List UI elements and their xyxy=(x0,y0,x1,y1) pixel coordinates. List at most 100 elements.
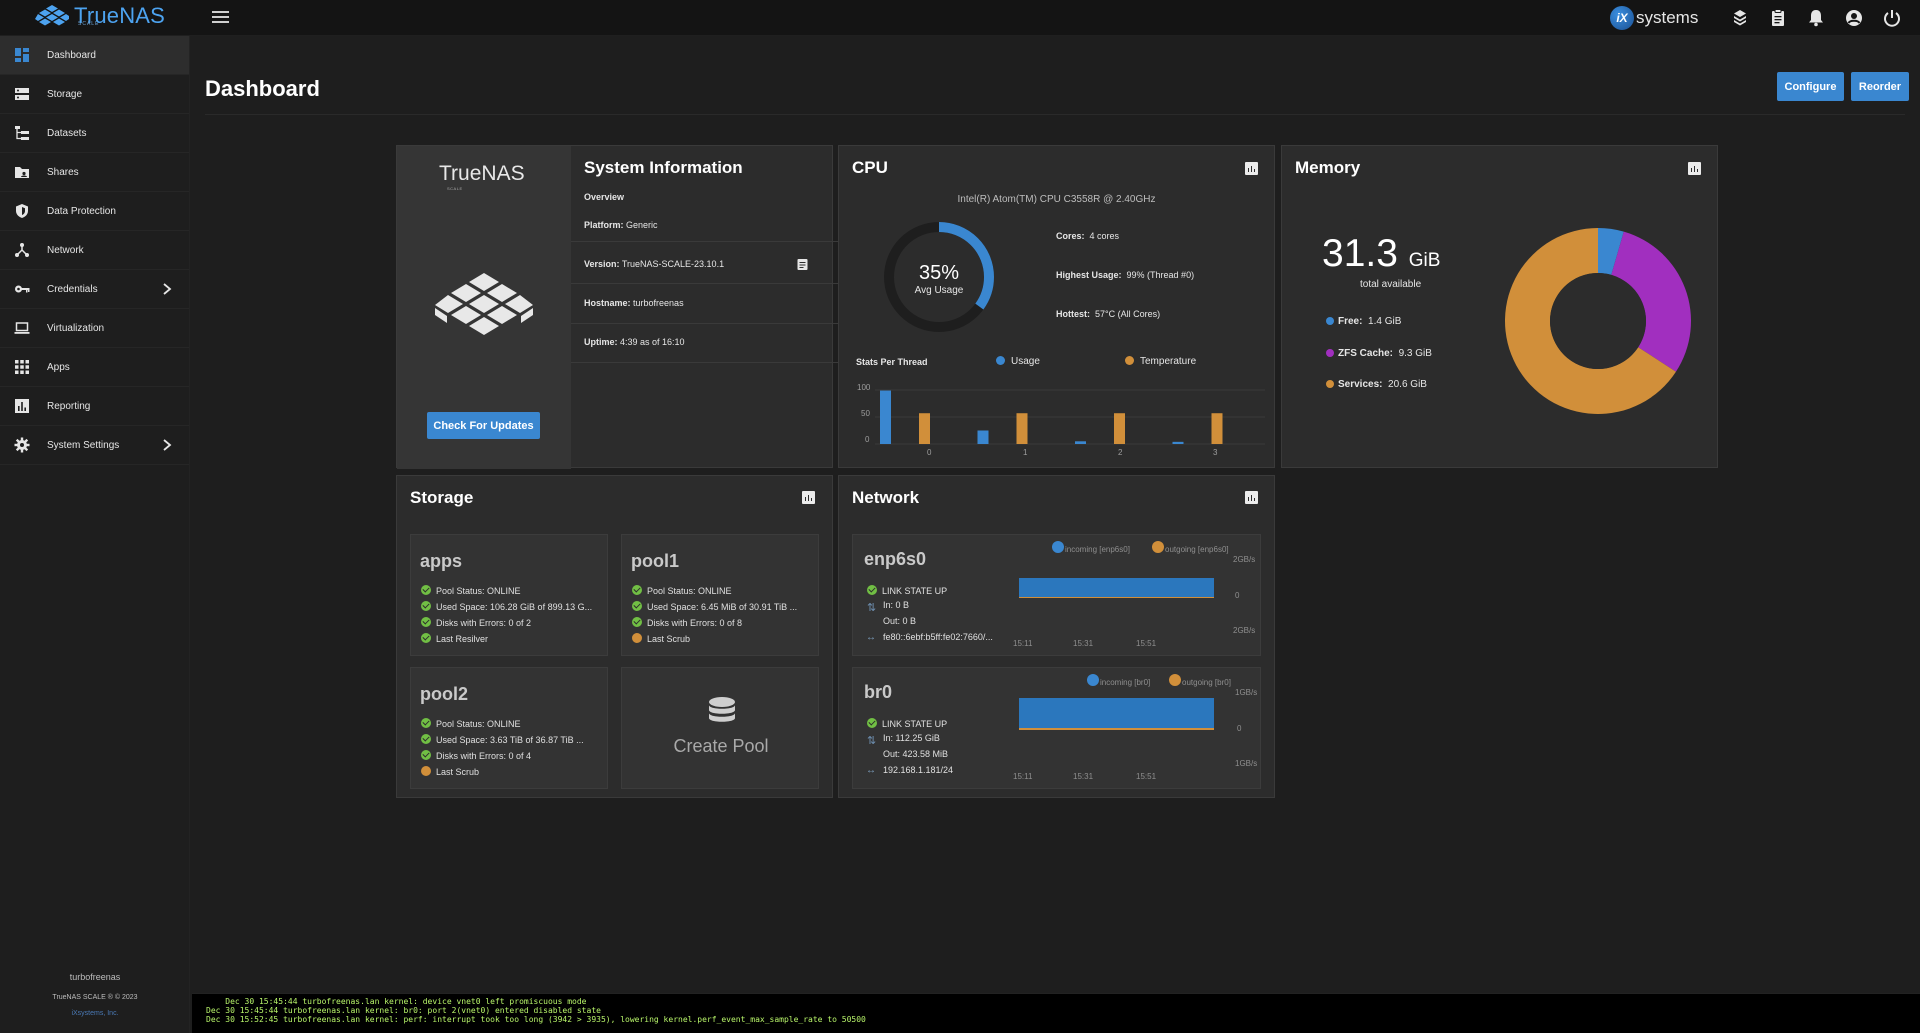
legend-outgoing-dot xyxy=(1169,674,1181,686)
sidebar-item-virtualization[interactable]: Virtualization xyxy=(0,309,189,348)
bell-icon[interactable] xyxy=(1806,8,1826,28)
truecommand-icon[interactable] xyxy=(1730,8,1750,28)
storage-card: Storage apps Pool Status: ONLINE Used Sp… xyxy=(396,475,833,798)
y-tick: 0 xyxy=(865,435,870,444)
check-icon xyxy=(632,617,642,627)
chevron-right-icon xyxy=(163,439,172,451)
legend-services-dot xyxy=(1326,380,1334,388)
nic-in: In: 0 B xyxy=(883,600,910,610)
company-link[interactable]: iXsystems, Inc. xyxy=(0,1010,190,1017)
network-title: Network xyxy=(852,488,920,507)
system-information-title: System Information xyxy=(584,158,743,177)
pool-card-pool1[interactable]: pool1 Pool Status: ONLINE Used Space: 6.… xyxy=(621,534,819,656)
y-tick: 1GB/s xyxy=(1235,688,1258,697)
copy-clipboard-icon[interactable] xyxy=(797,258,808,270)
clipboard-icon[interactable] xyxy=(1768,8,1788,28)
cpu-reports-icon[interactable] xyxy=(1245,162,1258,175)
gear-icon xyxy=(14,437,30,453)
y-tick: 0 xyxy=(1235,591,1240,600)
sidebar-item-shares[interactable]: Shares xyxy=(0,153,189,192)
nic-address: ↔ fe80::6ebf:b5ff:fe02:7660/... xyxy=(866,632,993,643)
x-tick: 2 xyxy=(1118,448,1123,457)
sidebar-item-label: System Settings xyxy=(47,439,120,451)
configure-button[interactable]: Configure xyxy=(1777,72,1844,101)
check-icon xyxy=(421,750,431,760)
sidebar-item-credentials[interactable]: Credentials xyxy=(0,270,189,309)
pool-last-scrub: Last Scrub xyxy=(421,766,479,777)
sidebar-item-network[interactable]: Network xyxy=(0,231,189,270)
y-tick: 0 xyxy=(1237,724,1242,733)
nic-link-state: LINK STATE UP xyxy=(867,718,947,729)
memory-reports-icon[interactable] xyxy=(1688,162,1701,175)
memory-total-label: total available xyxy=(1360,279,1422,290)
nic-link-state: LINK STATE UP xyxy=(867,585,947,596)
check-icon xyxy=(867,585,877,595)
truenas-mark-icon xyxy=(435,273,533,335)
x-tick: 15:31 xyxy=(1073,772,1094,781)
pool-used-space: Used Space: 3.63 TiB of 36.87 TiB ... xyxy=(421,734,584,745)
account-icon[interactable] xyxy=(1844,8,1864,28)
truenas-logo[interactable]: TrueNAS xyxy=(34,3,165,29)
sidebar-item-label: Datasets xyxy=(47,127,87,139)
truenas-logo-icon xyxy=(35,5,69,26)
legend-temperature-dot xyxy=(1125,356,1134,365)
sidebar-item-reporting[interactable]: Reporting xyxy=(0,387,189,426)
sidebar-item-datasets[interactable]: Datasets xyxy=(0,114,189,153)
y-tick: 100 xyxy=(857,383,871,392)
sidebar-item-label: Credentials xyxy=(47,283,98,295)
traffic-area-chart xyxy=(1019,698,1214,730)
check-icon xyxy=(632,601,642,611)
laptop-icon xyxy=(14,322,30,334)
cpu-title: CPU xyxy=(852,158,888,177)
legend-outgoing: outgoing [enp6s0] xyxy=(1152,541,1229,554)
nic-name: br0 xyxy=(864,682,893,702)
sidebar-item-system-settings[interactable]: System Settings xyxy=(0,426,189,465)
x-tick: 15:31 xyxy=(1073,639,1094,648)
stats-per-thread-label: Stats Per Thread xyxy=(856,357,928,367)
info-divider xyxy=(571,362,841,363)
sidebar-item-data-protection[interactable]: Data Protection xyxy=(0,192,189,231)
reorder-button[interactable]: Reorder xyxy=(1851,72,1909,101)
bar-temperature-thread-2 xyxy=(1114,413,1125,444)
header-divider xyxy=(205,114,1905,115)
traffic-arrows-icon: ⇅ xyxy=(867,602,877,614)
pool-disk-errors: Disks with Errors: 0 of 2 xyxy=(421,617,531,628)
check-icon xyxy=(421,601,431,611)
pool-disk-errors: Disks with Errors: 0 of 8 xyxy=(632,617,742,628)
brand-sub: SCALE xyxy=(78,21,100,27)
cpu-hottest: Hottest: 57°C (All Cores) xyxy=(1056,309,1161,319)
x-tick: 15:51 xyxy=(1136,639,1157,648)
y-tick: 2GB/s xyxy=(1233,555,1256,564)
menu-toggle-icon[interactable] xyxy=(212,11,229,24)
nic-card-br0[interactable]: br0 LINK STATE UP In: 112.25 GiB Out: 42… xyxy=(852,667,1261,789)
top-bar: TrueNAS SCALE iX systems xyxy=(0,0,1920,36)
storage-reports-icon[interactable] xyxy=(802,491,815,504)
create-pool-label: Create Pool xyxy=(673,736,769,756)
bar-usage-thread-0 xyxy=(880,390,891,444)
sidebar-item-label: Data Protection xyxy=(47,205,116,217)
y-tick: 2GB/s xyxy=(1233,626,1256,635)
pool-card-apps[interactable]: apps Pool Status: ONLINE Used Space: 106… xyxy=(410,534,608,656)
check-icon xyxy=(421,734,431,744)
sidebar-item-label: Apps xyxy=(47,361,70,373)
network-reports-icon[interactable] xyxy=(1245,491,1258,504)
sidebar-item-storage[interactable]: Storage xyxy=(0,75,189,114)
pool-used-space: Used Space: 106.28 GiB of 899.13 G... xyxy=(421,601,592,612)
pool-card-pool2[interactable]: pool2 Pool Status: ONLINE Used Space: 3.… xyxy=(410,667,608,789)
check-icon xyxy=(632,585,642,595)
x-tick: 1 xyxy=(1023,448,1028,457)
sidebar-item-label: Shares xyxy=(47,166,79,178)
legend-temperature: Temperature xyxy=(1125,356,1196,367)
legend-outgoing: outgoing [br0] xyxy=(1169,674,1231,687)
create-pool-button[interactable]: Create Pool xyxy=(621,667,819,789)
power-icon[interactable] xyxy=(1882,8,1902,28)
sidebar-item-dashboard[interactable]: Dashboard xyxy=(0,36,189,75)
traffic-area-chart xyxy=(1019,578,1214,598)
ixsystems-logo[interactable]: iX systems xyxy=(1610,6,1698,30)
check-for-updates-button[interactable]: Check For Updates xyxy=(427,412,540,439)
sidebar-item-apps[interactable]: Apps xyxy=(0,348,189,387)
console-log[interactable]: Dec 30 15:45:44 turbofreenas.lan kernel:… xyxy=(192,993,1920,1033)
nic-card-enp6s0[interactable]: enp6s0 LINK STATE UP In: 0 B Out: 0 B ⇅ … xyxy=(852,534,1261,656)
x-tick: 15:51 xyxy=(1136,772,1157,781)
memory-zfs-cache: ZFS Cache: 9.3 GiB xyxy=(1326,348,1432,359)
